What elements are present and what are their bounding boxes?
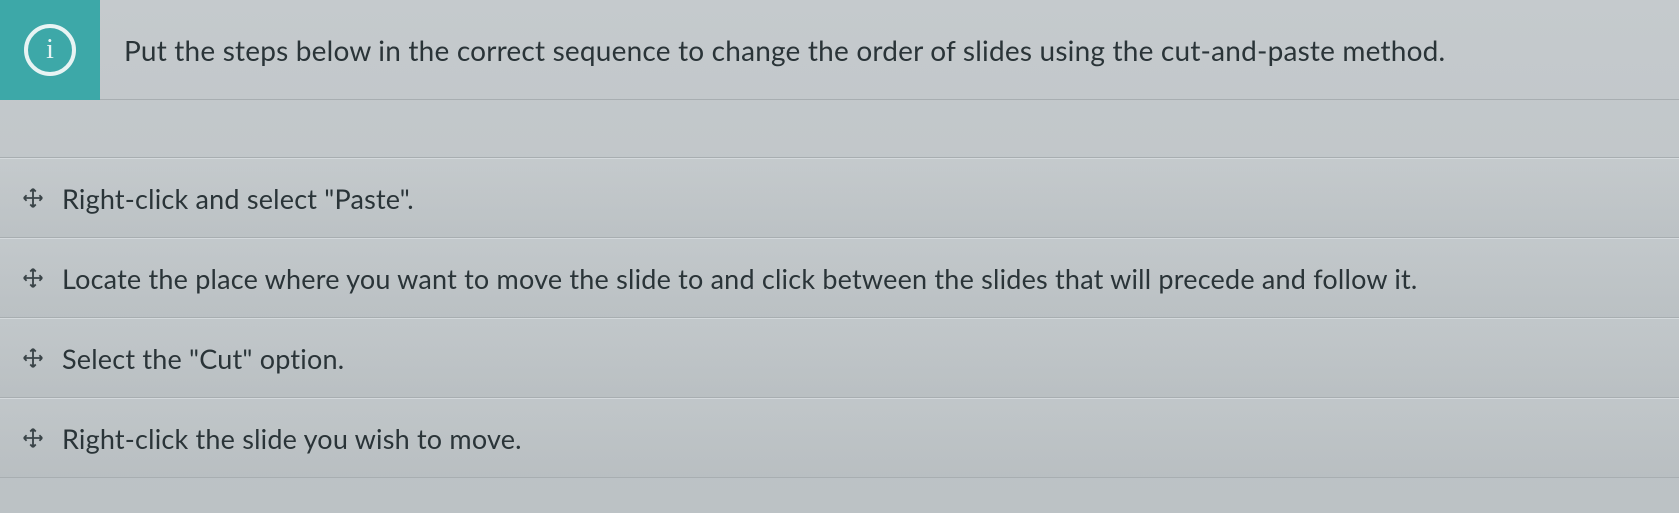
spacer <box>0 100 1679 158</box>
step-row[interactable]: Right-click the slide you wish to move. <box>0 398 1679 478</box>
move-arrows-icon[interactable] <box>22 267 44 289</box>
info-icon-letter: i <box>46 34 54 66</box>
move-arrows-icon[interactable] <box>22 347 44 369</box>
instruction-text: Put the steps below in the correct seque… <box>100 33 1445 67</box>
sequence-question-container: i Put the steps below in the correct seq… <box>0 0 1679 513</box>
step-text: Locate the place where you want to move … <box>62 262 1417 295</box>
step-text: Right-click and select "Paste". <box>62 182 414 215</box>
instruction-row: i Put the steps below in the correct seq… <box>0 0 1679 100</box>
step-row[interactable]: Locate the place where you want to move … <box>0 238 1679 318</box>
move-arrows-icon[interactable] <box>22 187 44 209</box>
info-badge: i <box>0 0 100 100</box>
step-row[interactable]: Right-click and select "Paste". <box>0 158 1679 238</box>
step-row[interactable]: Select the "Cut" option. <box>0 318 1679 398</box>
step-text: Select the "Cut" option. <box>62 342 344 375</box>
move-arrows-icon[interactable] <box>22 427 44 449</box>
info-icon: i <box>24 24 76 76</box>
step-text: Right-click the slide you wish to move. <box>62 422 522 455</box>
